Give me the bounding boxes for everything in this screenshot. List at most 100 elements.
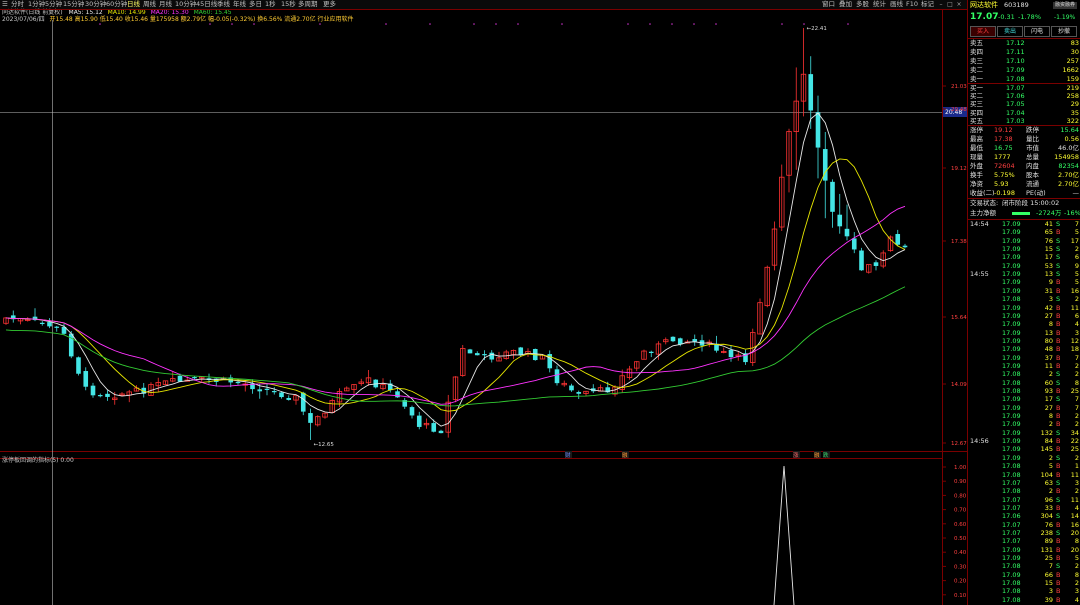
candle-body-down [76,357,81,373]
indicator-tick-label: 0.20 [954,579,967,585]
top-marker-dot [561,23,563,25]
tick-count: 4 [1075,596,1079,605]
candle-body-down [874,262,879,266]
trade-status-value: 闭市阶段 15:00:02 [1002,199,1059,208]
stat-value: 2.70亿 [1058,180,1079,189]
price-tick-label: 15.64 [951,315,967,321]
indicator-tick-label: 0.30 [954,564,967,570]
top-marker-dot [715,23,717,25]
candle-body-down [475,353,480,355]
stat-label: 现量 [970,153,983,162]
candle-body-down [40,323,45,324]
stat-row: 收益(二) -0.198 PE(动) — [968,189,1080,198]
candle-body-down [729,350,734,357]
candle-body-down [257,389,262,391]
stat-value: 0.56 [1065,135,1079,144]
flash-trade-button[interactable]: 闪电 [1024,26,1050,37]
pct-badge: -1.19% [1054,12,1075,23]
cancel-order-button[interactable]: 抄撤 [1051,26,1077,37]
candle-body-down [489,353,494,360]
top-marker-dot [429,23,431,25]
indicator-tick-label: 0.60 [954,522,967,528]
stat-value: 19.12 [994,126,1013,135]
event-marker-label: 跌 [823,451,829,459]
candle-body-down [236,382,241,383]
main-flow-bar [1012,212,1030,215]
candle-body-down [178,376,183,382]
top-marker-dot [473,23,475,25]
stat-value: 46.0亿 [1058,144,1079,153]
ask-volume: 30 [1071,48,1079,57]
stat-row: 外盘 72604 内盘 82354 [968,162,1080,171]
candle-body-down [671,337,676,341]
stat-value: 17.38 [994,135,1013,144]
candle-body-down [417,416,422,427]
candle-body-down [895,234,900,245]
price-change: -0.31 [998,12,1015,23]
sell-button[interactable]: 卖出 [997,26,1023,37]
top-marker-dot [803,23,805,25]
stock-code: 603189 [1004,1,1029,10]
stat-label: 最高 [970,135,983,144]
top-marker-dot [517,23,519,25]
candle-body-down [279,392,284,397]
stat-row: 最低 16.75 市值 46.0亿 [968,144,1080,153]
indicator-header: 涨停板回调的指标(5) 0.00 [2,457,74,465]
candle-body-down [410,407,415,415]
candle-body-down [301,393,306,412]
kline-chart[interactable]: 20.4821.0320.4819.1217.3815.6414.0912.67… [0,0,967,605]
price-tick-label: 12.67 [951,441,967,447]
top-marker-dot [253,23,255,25]
ask-row: 卖四 17.11 30 [968,48,1080,57]
stat-label: 外盘 [970,162,983,171]
ask-volume: 1662 [1062,66,1079,75]
stat-label: 股本 [1026,171,1039,180]
candle-body-down [569,386,574,391]
stat-label: 涨停 [970,126,983,135]
price-tick-label: 17.38 [951,239,967,245]
price-tick-label: 19.12 [951,166,967,172]
candle-body-down [468,349,473,353]
candle-body-down [692,339,697,341]
candle-body-down [308,413,313,423]
price-change-pct: -1.78% [1018,12,1041,23]
trade-status-label: 交易状态: [970,199,998,208]
main-flow-row: 主力净额 -2724万 -16% [968,209,1080,218]
margin-tag[interactable]: 融资融券 [1053,2,1077,9]
candle-body-down [845,229,850,236]
stat-label: 换手 [970,171,983,180]
stat-label: 内盘 [1026,162,1039,171]
ask-label: 卖四 [970,48,983,57]
candle-body-down [837,215,842,227]
stat-label: 跌停 [1026,126,1039,135]
stat-value: 2.70亿 [1058,171,1079,180]
stat-label: 量比 [1026,135,1039,144]
top-marker-dot [495,23,497,25]
top-marker-dot [847,23,849,25]
trade-status-row: 交易状态: 闭市阶段 15:00:02 [968,199,1080,208]
ask-volume: 257 [1067,57,1079,66]
stat-value: — [1073,189,1080,198]
candle-body-down [265,389,270,390]
candle-body-down [439,431,444,433]
event-marker-label: 财 [565,451,571,459]
stat-value: 82354 [1058,162,1079,171]
indicator-tick-label: 0.80 [954,493,967,499]
ask-label: 卖二 [970,66,983,75]
indicator-tick-label: 0.40 [954,550,967,556]
stat-row: 最高 17.38 量比 0.56 [968,135,1080,144]
low-annotation: ←12.65 [314,442,335,448]
ask-row: 卖二 17.09 1662 [968,66,1080,75]
stat-label: 市值 [1026,144,1039,153]
candle-body-down [903,246,908,248]
last-price: 17.07 [970,12,998,23]
top-marker-dot [781,23,783,25]
stat-label: 净资 [970,180,983,189]
buy-button[interactable]: 买入 [970,26,996,37]
candle-body-down [859,251,864,271]
indicator-signal-line [774,466,794,605]
price-tick-label: 21.03 [951,84,967,90]
top-marker-dot [319,23,321,25]
candle-body-down [272,391,277,392]
stat-label: PE(动) [1026,189,1046,198]
